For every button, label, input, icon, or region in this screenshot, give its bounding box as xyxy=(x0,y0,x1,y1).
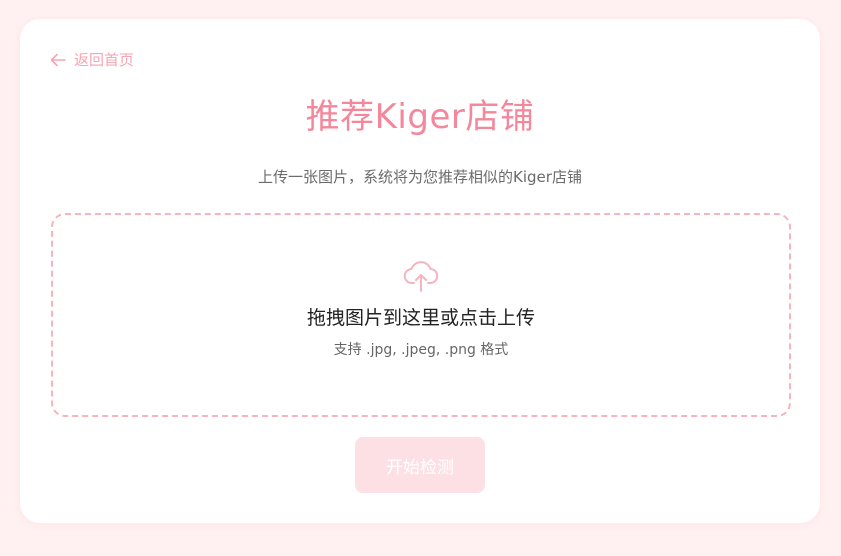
page-subtitle: 上传一张图片，系统将为您推荐相似的Kiger店铺 xyxy=(258,168,582,186)
back-home-link[interactable]: 返回首页 xyxy=(50,49,134,70)
cloud-upload-icon xyxy=(403,261,439,292)
start-detection-button[interactable]: 开始检测 xyxy=(355,437,485,493)
dropzone-format-hint: 支持 .jpg, .jpeg, .png 格式 xyxy=(333,342,509,358)
back-home-label: 返回首页 xyxy=(74,51,135,69)
upload-dropzone[interactable]: 拖拽图片到这里或点击上传 支持 .jpg, .jpeg, .png 格式 xyxy=(51,213,791,417)
arrow-left-icon xyxy=(50,53,66,66)
dropzone-primary-text: 拖拽图片到这里或点击上传 xyxy=(306,307,535,329)
page-title: 推荐Kiger店铺 xyxy=(305,97,535,137)
main-card: 返回首页 推荐Kiger店铺 上传一张图片，系统将为您推荐相似的Kiger店铺 … xyxy=(20,19,820,523)
